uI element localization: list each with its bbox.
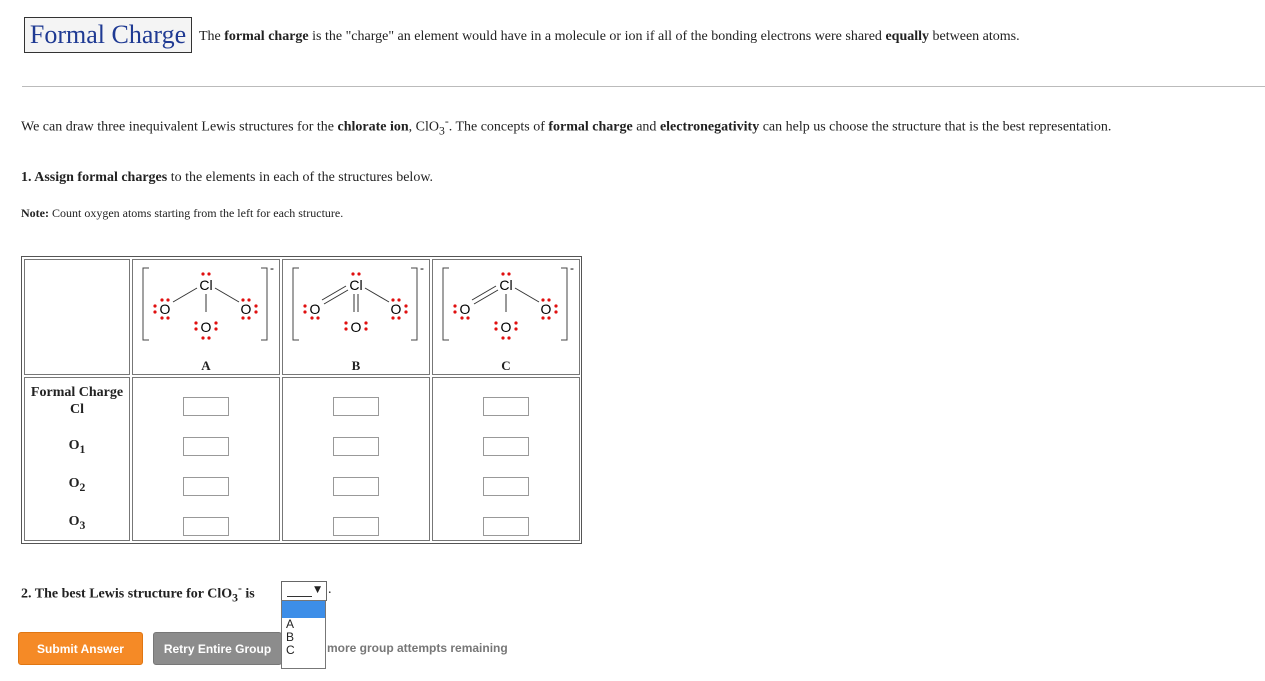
fc-input-a-o3[interactable] <box>183 517 229 536</box>
lewis-structure-a: - Cl O O O <box>142 261 274 341</box>
attempts-remaining-text: more group attempts remaining <box>327 641 508 655</box>
fc-input-c-o3[interactable] <box>483 517 529 536</box>
question-1: 1. Assign formal charges to the elements… <box>21 170 434 185</box>
structure-a-label: A <box>201 358 211 373</box>
svg-text:O: O <box>501 319 512 335</box>
row-label-o2: O2 <box>68 476 86 494</box>
intro-text: We can draw three inequivalent Lewis str… <box>21 115 1112 138</box>
svg-text:O: O <box>310 301 321 317</box>
formal-charge-definition: The formal charge is the "charge" an ele… <box>199 29 1020 44</box>
fc-input-c-cl[interactable] <box>483 397 529 416</box>
lewis-structure-b: - Cl O O O <box>292 261 424 341</box>
structure-a-cell: - Cl O O O A <box>132 259 280 375</box>
formal-charge-table: - Cl O O O A - Cl O O O B - Cl O O O C F… <box>21 256 582 544</box>
svg-text:O: O <box>241 301 252 317</box>
fc-input-c-o2[interactable] <box>483 477 529 496</box>
svg-text:O: O <box>160 301 171 317</box>
row-label-o3: O3 <box>68 514 86 532</box>
svg-text:O: O <box>201 319 212 335</box>
question-2: 2. The best Lewis structure for ClO3- is <box>21 582 255 605</box>
fc-input-a-o1[interactable] <box>183 437 229 456</box>
page-title: Formal Charge <box>24 17 192 53</box>
svg-text:O: O <box>391 301 402 317</box>
structure-c-inputs <box>432 377 580 541</box>
select-empty-value <box>287 596 312 597</box>
fc-input-c-o1[interactable] <box>483 437 529 456</box>
fc-input-b-cl[interactable] <box>333 397 379 416</box>
best-structure-dropdown: A B C <box>281 600 326 669</box>
row-label-o1: O1 <box>68 438 86 456</box>
fc-input-b-o1[interactable] <box>333 437 379 456</box>
row-labels-cell: Formal Charge Cl O1 O2 O3 <box>24 377 130 541</box>
dropdown-option-c[interactable]: C <box>282 644 325 657</box>
fc-input-a-cl[interactable] <box>183 397 229 416</box>
svg-text:Cl: Cl <box>199 277 212 293</box>
structure-a-inputs <box>132 377 280 541</box>
structure-b-cell: - Cl O O O B <box>282 259 430 375</box>
note: Note: Count oxygen atoms starting from t… <box>21 206 344 220</box>
svg-text:Cl: Cl <box>499 277 512 293</box>
lewis-structure-c: - Cl O O O <box>442 261 574 341</box>
chevron-down-icon: ▼ <box>314 585 321 595</box>
svg-text:O: O <box>351 319 362 335</box>
svg-text:-: - <box>420 261 424 275</box>
svg-text:-: - <box>570 261 574 275</box>
table-corner-cell <box>24 259 130 375</box>
structure-b-label: B <box>351 358 361 373</box>
fc-input-a-o2[interactable] <box>183 477 229 496</box>
svg-text:-: - <box>270 261 274 275</box>
divider <box>22 86 1265 87</box>
svg-text:O: O <box>460 301 471 317</box>
retry-group-button[interactable]: Retry Entire Group <box>153 632 282 665</box>
best-structure-select[interactable]: ▼ <box>281 581 327 601</box>
formal-charge-heading: Formal Charge <box>30 385 124 400</box>
structure-c-label: C <box>501 358 511 373</box>
svg-text:Cl: Cl <box>349 277 362 293</box>
question-2-period: . <box>328 582 332 597</box>
submit-answer-button[interactable]: Submit Answer <box>18 632 143 665</box>
fc-input-b-o2[interactable] <box>333 477 379 496</box>
structure-c-cell: - Cl O O O C <box>432 259 580 375</box>
svg-text:O: O <box>541 301 552 317</box>
fc-input-b-o3[interactable] <box>333 517 379 536</box>
dropdown-option-blank[interactable] <box>282 601 325 618</box>
structure-b-inputs <box>282 377 430 541</box>
row-label-cl: Cl <box>70 402 84 417</box>
